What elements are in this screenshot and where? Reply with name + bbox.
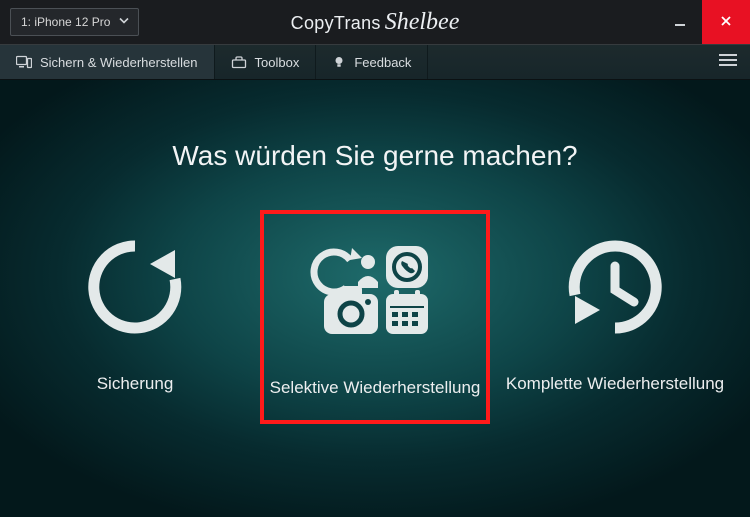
tab-label: Feedback bbox=[354, 55, 411, 70]
tab-bar: Sichern & Wiederherstellen Toolbox Feedb… bbox=[0, 44, 750, 80]
options-row: Sicherung bbox=[0, 210, 750, 424]
minimize-icon bbox=[673, 12, 687, 33]
close-icon bbox=[719, 12, 733, 33]
option-label: Selektive Wiederherstellung bbox=[270, 378, 481, 398]
device-selector[interactable]: 1: iPhone 12 Pro bbox=[10, 8, 139, 36]
tab-feedback[interactable]: Feedback bbox=[316, 45, 428, 79]
devices-icon bbox=[16, 55, 32, 69]
lightbulb-icon bbox=[332, 55, 346, 69]
option-full-restore[interactable]: Komplette Wiederherstellung bbox=[500, 210, 730, 424]
option-selective-restore[interactable]: Selektive Wiederherstellung bbox=[260, 210, 490, 424]
history-restore-icon bbox=[560, 228, 670, 346]
main-area: Was würden Sie gerne machen? Sicherung bbox=[0, 80, 750, 517]
page-title: Was würden Sie gerne machen? bbox=[172, 140, 577, 172]
brand-text-2: Shelbee bbox=[385, 9, 460, 36]
app-brand: CopyTrans Shelbee bbox=[291, 9, 460, 36]
brand-text-1: CopyTrans bbox=[291, 13, 381, 34]
close-button[interactable] bbox=[702, 0, 750, 44]
tab-backup-restore[interactable]: Sichern & Wiederherstellen bbox=[0, 45, 215, 79]
menu-button[interactable] bbox=[706, 45, 750, 79]
minimize-button[interactable] bbox=[658, 0, 702, 44]
tab-toolbox[interactable]: Toolbox bbox=[215, 45, 317, 79]
option-label: Sicherung bbox=[97, 374, 174, 394]
toolbox-icon bbox=[231, 55, 247, 69]
option-backup[interactable]: Sicherung bbox=[20, 210, 250, 424]
menu-icon bbox=[718, 53, 738, 72]
selective-restore-icon bbox=[310, 232, 440, 350]
tab-label: Toolbox bbox=[255, 55, 300, 70]
refresh-arrow-icon bbox=[80, 228, 190, 346]
window-controls bbox=[658, 0, 750, 44]
chevron-down-icon bbox=[118, 15, 130, 30]
title-bar: 1: iPhone 12 Pro CopyTrans Shelbee bbox=[0, 0, 750, 44]
option-label: Komplette Wiederherstellung bbox=[506, 374, 724, 394]
device-selector-label: 1: iPhone 12 Pro bbox=[21, 15, 110, 29]
tab-label: Sichern & Wiederherstellen bbox=[40, 55, 198, 70]
